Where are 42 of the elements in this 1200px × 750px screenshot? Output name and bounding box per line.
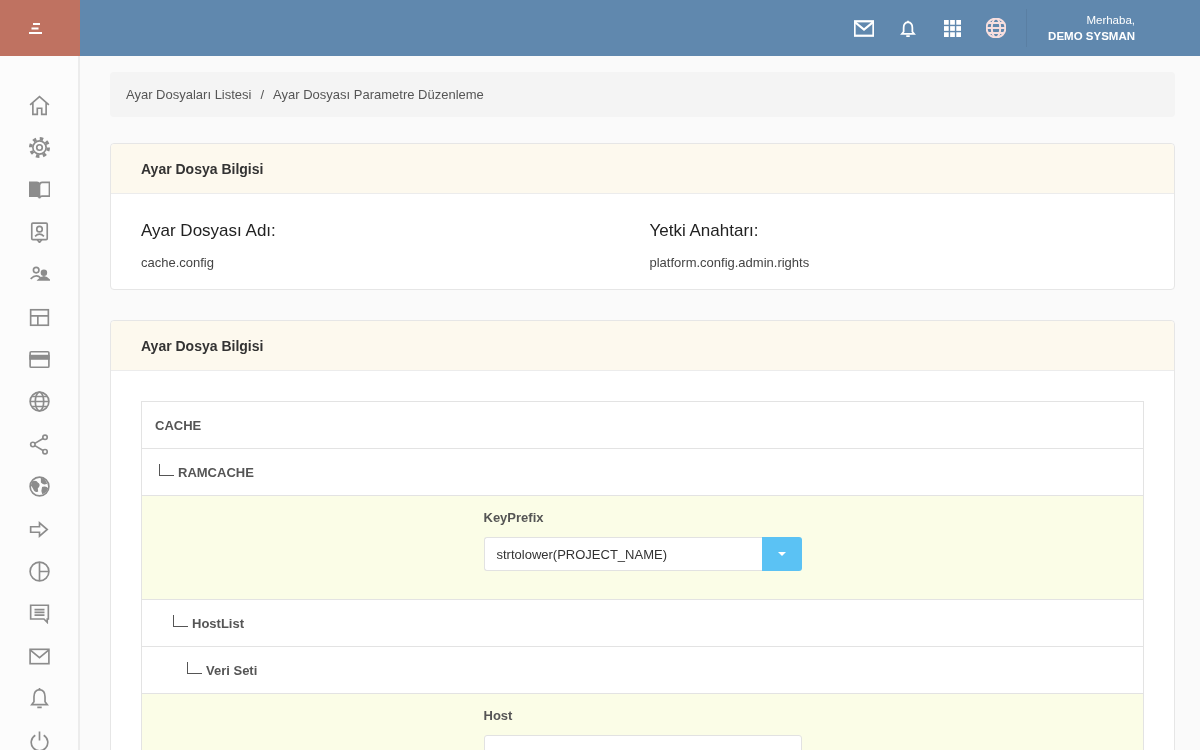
layout-icon <box>28 306 50 328</box>
contact-card-icon <box>28 221 50 243</box>
tree-branch-icon <box>187 662 202 674</box>
parameter-label: KeyPrefix <box>483 510 544 526</box>
card-header: Ayar Dosya Bilgisi <box>111 321 1174 371</box>
book-icon <box>28 179 50 201</box>
grid-icon <box>943 19 961 37</box>
menu-icon <box>27 22 43 34</box>
bell-icon <box>28 688 50 710</box>
credit-card-icon <box>28 349 50 371</box>
caret-icon <box>777 552 786 556</box>
info-label: Yetki Anahtarı: <box>649 220 759 242</box>
tree-node-label: HostList <box>192 615 244 631</box>
info-value: cache.config <box>141 255 214 271</box>
globe-icon <box>986 18 1007 38</box>
breadcrumb-separator: / <box>260 87 265 102</box>
message-icon <box>28 603 50 625</box>
tree-node-label: Veri Seti <box>206 662 258 678</box>
breadcrumb-current: Ayar Dosyası Parametre Düzenleme <box>273 87 484 102</box>
tree-node-label: CACHE <box>155 417 202 433</box>
mail-icon <box>854 19 875 37</box>
bell-icon <box>898 19 919 37</box>
info-label: Ayar Dosyası Adı: <box>141 220 276 242</box>
home-icon <box>28 94 50 116</box>
tree-branch-icon <box>173 615 188 627</box>
info-value: platform.config.admin.rights <box>649 255 810 271</box>
user-name[interactable]: DEMO SYSMAN <box>1048 28 1135 44</box>
dropdown-button[interactable] <box>761 537 802 571</box>
greeting-text: Merhaba, <box>1086 13 1135 28</box>
mail-icon <box>28 645 50 667</box>
share-icon <box>28 433 50 455</box>
tree-node-label: RAMCACHE <box>178 464 254 480</box>
globe-icon <box>28 391 50 413</box>
dropdown-field[interactable]: strtolower(PROJECT_NAME) <box>483 537 762 571</box>
card-header: Ayar Dosya Bilgisi <box>111 144 1174 194</box>
earth-icon <box>28 476 50 498</box>
breadcrumb-link[interactable]: Ayar Dosyaları Listesi <box>126 87 252 102</box>
settings-icon <box>28 137 50 159</box>
tree-branch-icon <box>159 464 174 476</box>
pie-chart-icon <box>28 561 50 582</box>
power-icon <box>28 730 50 750</box>
parameter-label: Host <box>483 708 513 724</box>
